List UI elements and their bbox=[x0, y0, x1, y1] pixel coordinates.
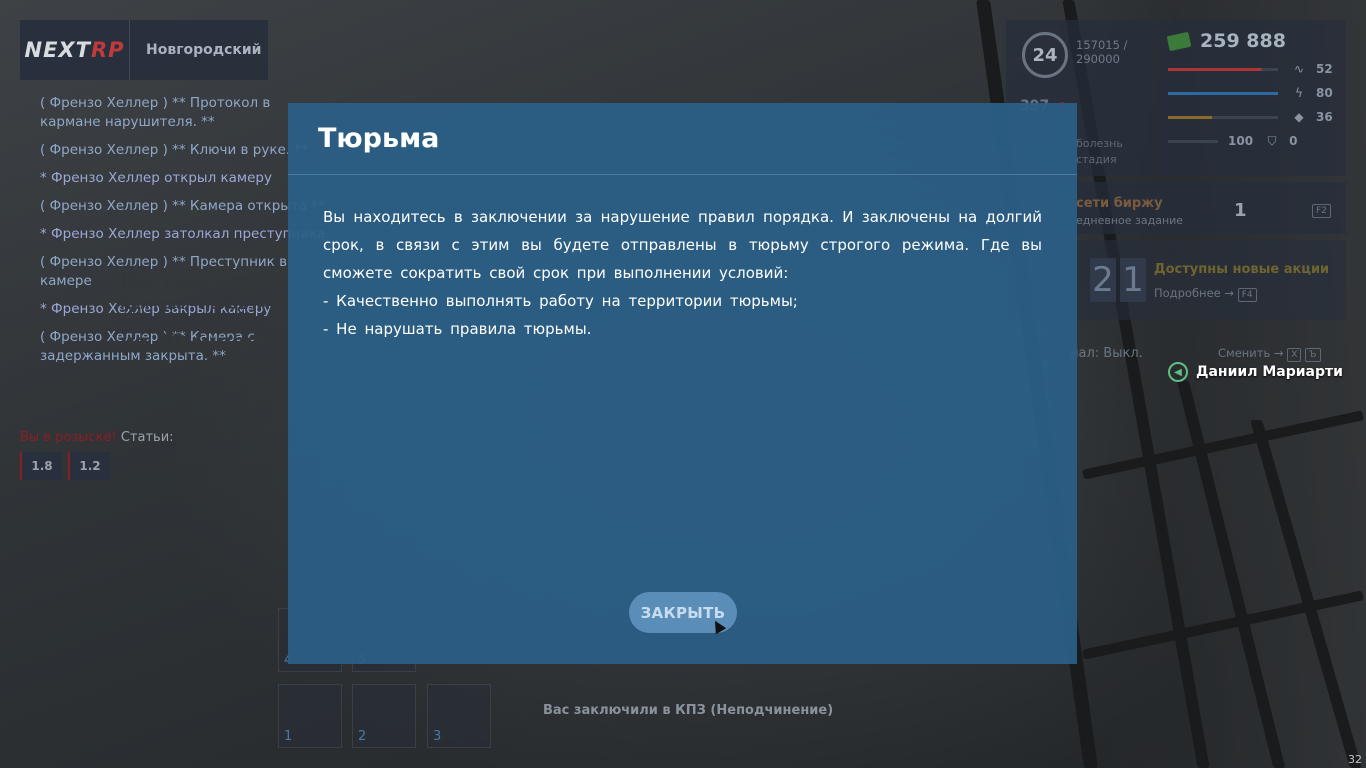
energy-icon: ϟ bbox=[1295, 86, 1303, 100]
stat-row: ϟ 80 bbox=[1168, 86, 1334, 100]
wanted-status: Вы в розыске! Статьи: bbox=[20, 430, 174, 445]
chat-line: * Френзо Хеллер открыл камеру bbox=[40, 170, 272, 186]
hotkey-hard-sign: Ъ bbox=[1305, 348, 1321, 362]
article-badge: 1.2 bbox=[68, 452, 110, 480]
task-count: 1 bbox=[1234, 200, 1247, 221]
dialog-body: Вы находитесь в заключении за нарушение … bbox=[288, 175, 1077, 343]
food-icon: ◆ bbox=[1294, 110, 1304, 124]
arrest-info: Вы под арестом Причина - Неподчинение А … bbox=[120, 268, 315, 354]
disease-info: болезнь стадия bbox=[1076, 137, 1123, 166]
stat-bar bbox=[1168, 67, 1278, 71]
dialog-title: Тюрьма bbox=[288, 103, 1077, 175]
hotkey-f2: F2 bbox=[1312, 204, 1331, 218]
stat-bar bbox=[1168, 139, 1218, 143]
server-name: Новгородский bbox=[146, 42, 262, 58]
prison-dialog: Тюрьма Вы находитесь в заключении за нар… bbox=[288, 103, 1077, 664]
radio-switch[interactable]: Сменить → X Ъ bbox=[1218, 346, 1321, 362]
promo-more-link[interactable]: Подробнее → F4 bbox=[1154, 286, 1257, 302]
article-badge: 1.8 bbox=[20, 452, 62, 480]
hotbar-slot[interactable]: 3 bbox=[427, 684, 491, 748]
stat-row: 100 ⛉ 0 bbox=[1168, 134, 1334, 148]
stat-bar bbox=[1168, 115, 1278, 119]
stat-row: ◆ 36 bbox=[1168, 110, 1334, 124]
stat-row: ∿ 52 bbox=[1168, 62, 1334, 76]
stat-value: 36 bbox=[1316, 110, 1333, 124]
arrest-also: А так же: 1.8,1.2 bbox=[120, 313, 247, 328]
stats-panel: 259 888 ∿ 52 ϟ 80 ◆ 36 100 ⛉ 0 bbox=[1156, 20, 1346, 176]
brand-panel: NEXT RP Новгородский bbox=[20, 20, 268, 80]
stat-bar bbox=[1168, 91, 1278, 95]
logo: NEXT RP bbox=[20, 20, 130, 80]
chat-line: ( Френзо Хеллер ) ** Ключи в руке. ** bbox=[40, 142, 308, 158]
stat-value: 52 bbox=[1316, 62, 1333, 76]
armor-mid-value: 100 bbox=[1228, 134, 1254, 148]
hotbar-slot[interactable]: 2 bbox=[352, 684, 416, 748]
fps-counter: 32 bbox=[1348, 753, 1362, 766]
task-desc: едневное задание bbox=[1076, 214, 1184, 227]
chat-line: ( Френзо Хеллер ) ** Протокол в кармане … bbox=[40, 95, 271, 130]
task-title: сети биржу bbox=[1076, 196, 1163, 211]
arrest-duration: на 20 минут bbox=[120, 330, 265, 354]
articles-label: Статьи: bbox=[120, 430, 174, 445]
chat-line: * Френзо Хеллер затолкал преступника bbox=[40, 226, 326, 242]
jail-notice: Вас заключили в КПЗ (Неподчинение) bbox=[543, 703, 834, 718]
voice-speaker: ◀ Даниил Мариарти bbox=[1168, 362, 1343, 382]
hotkey-f4: F4 bbox=[1237, 288, 1257, 302]
radio-status: нал: Выкл. bbox=[1070, 346, 1143, 361]
chat-line: ( Френзо Хеллер ) ** Камера открыта ** bbox=[40, 198, 325, 214]
clock-digit: 1 bbox=[1120, 258, 1146, 302]
dialog-list-item: - Не нарушать правила тюрьмы. bbox=[323, 320, 592, 338]
cash-icon bbox=[1166, 31, 1192, 51]
promo-clock: 2 1 bbox=[1090, 258, 1146, 302]
dialog-paragraph: Вы находитесь в заключении за нарушение … bbox=[323, 208, 1042, 282]
promo-title: Доступны новые акции bbox=[1154, 262, 1330, 277]
money-display: 259 888 bbox=[1166, 30, 1334, 52]
articles-list: 1.8 1.2 bbox=[20, 452, 110, 480]
stat-value: 80 bbox=[1316, 86, 1333, 100]
hotkey-x: X bbox=[1287, 348, 1302, 362]
clock-digit: 2 bbox=[1090, 258, 1116, 302]
arrest-reason: Причина - Неподчинение bbox=[120, 298, 311, 313]
arrest-title: Вы под арестом bbox=[120, 268, 316, 292]
xp-counter: 157015 / 290000 bbox=[1076, 38, 1128, 66]
speaker-name: Даниил Мариарти bbox=[1196, 364, 1343, 380]
stat-value: 0 bbox=[1289, 134, 1298, 148]
level-badge: 24 bbox=[1022, 32, 1068, 78]
wanted-label: Вы в розыске! bbox=[20, 430, 117, 445]
hotbar-slot[interactable]: 1 bbox=[278, 684, 342, 748]
dialog-list-item: - Качественно выполнять работу на террит… bbox=[323, 292, 798, 310]
shield-icon: ⛉ bbox=[1267, 134, 1277, 148]
heart-rate-icon: ∿ bbox=[1293, 62, 1305, 76]
speaker-icon: ◀ bbox=[1168, 362, 1188, 382]
